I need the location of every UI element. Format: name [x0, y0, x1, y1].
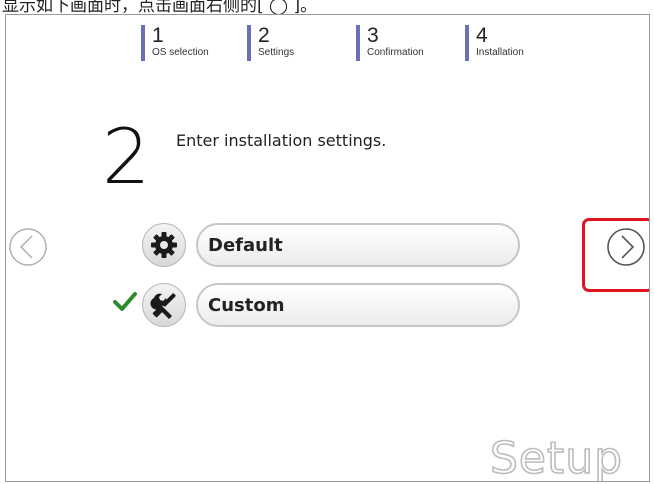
setup-brand-text: Setup — [489, 432, 624, 482]
step-label: OS selection — [152, 47, 209, 58]
gear-icon — [151, 232, 177, 258]
setup-window: 1 OS selection 2 Settings 3 Confirmation… — [5, 14, 650, 482]
current-step-number: 2 — [102, 112, 151, 201]
step-label: Confirmation — [367, 47, 424, 58]
step-installation: 4 Installation — [465, 25, 524, 61]
wrench-screwdriver-icon — [150, 293, 176, 319]
chevron-right-circle-icon — [607, 228, 645, 266]
step-label: Settings — [258, 47, 295, 58]
step-os-selection: 1 OS selection — [141, 25, 209, 61]
option-default-icon-button[interactable] — [142, 223, 186, 267]
option-custom[interactable]: Custom — [142, 283, 520, 327]
step-confirmation: 3 Confirmation — [356, 25, 424, 61]
next-button[interactable] — [606, 227, 646, 267]
option-default[interactable]: Default — [142, 223, 520, 267]
step-instruction: Enter installation settings. — [176, 131, 387, 150]
option-default-pill[interactable]: Default — [196, 223, 520, 267]
step-number: 2 — [258, 24, 270, 47]
option-custom-label: Custom — [208, 295, 285, 316]
chevron-left-circle-icon — [9, 228, 47, 266]
step-number: 1 — [152, 24, 164, 47]
checkmark-icon — [113, 292, 137, 311]
option-custom-pill[interactable]: Custom — [196, 283, 520, 327]
step-indicator: 1 OS selection 2 Settings 3 Confirmation… — [141, 25, 591, 61]
step-label: Installation — [476, 47, 524, 58]
step-number: 4 — [476, 24, 488, 47]
step-settings: 2 Settings — [247, 25, 294, 61]
step-number: 3 — [367, 24, 379, 47]
back-button[interactable] — [8, 227, 48, 267]
option-custom-icon-button[interactable] — [142, 283, 186, 327]
option-default-label: Default — [208, 235, 283, 256]
